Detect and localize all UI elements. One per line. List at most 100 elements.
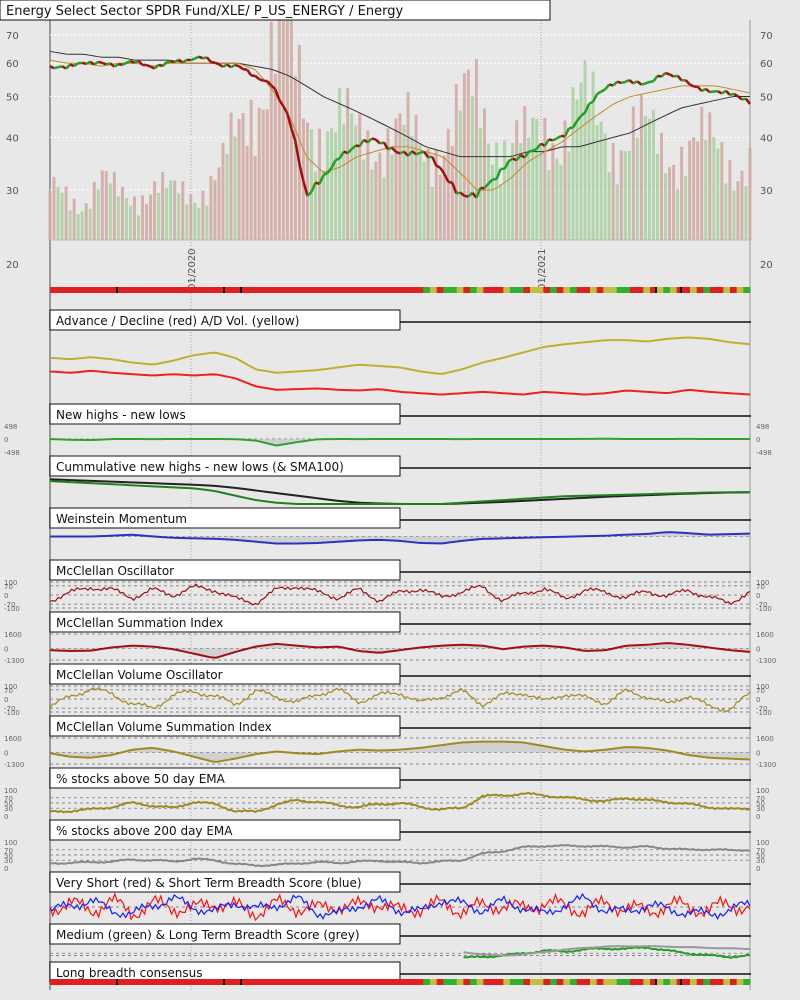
volume-bar bbox=[145, 204, 149, 240]
panel-axis-label-right: 100 bbox=[756, 787, 769, 795]
top-strip-segment bbox=[163, 287, 171, 293]
volume-bar bbox=[639, 94, 643, 240]
bottom-strip-segment bbox=[356, 979, 364, 985]
panel-title: Weinstein Momentum bbox=[56, 512, 187, 526]
volume-bar bbox=[623, 151, 627, 240]
volume-bar bbox=[511, 142, 515, 240]
volume-bar bbox=[52, 176, 56, 240]
bottom-strip-segment bbox=[390, 979, 398, 985]
bottom-strip-segment bbox=[170, 979, 178, 985]
bottom-strip-segment bbox=[310, 979, 318, 985]
top-strip-segment bbox=[263, 287, 271, 293]
volume-bar bbox=[370, 169, 374, 240]
top-strip-segment bbox=[690, 287, 698, 293]
top-strip-segment bbox=[510, 287, 518, 293]
panel-axis-label-right: 30 bbox=[756, 857, 765, 865]
volume-bar bbox=[149, 194, 153, 240]
bottom-strip-segment bbox=[123, 979, 131, 985]
top-strip-segment bbox=[716, 287, 724, 293]
volume-bar bbox=[245, 145, 249, 240]
top-strip-segment bbox=[170, 287, 178, 293]
bottom-strip-marker bbox=[223, 979, 225, 985]
volume-bar bbox=[466, 69, 470, 240]
price-candle bbox=[665, 71, 670, 76]
volume-bar bbox=[607, 172, 611, 240]
volume-bar bbox=[696, 141, 700, 240]
volume-bar bbox=[450, 146, 454, 240]
panel-title: McClellan Volume Oscillator bbox=[56, 668, 223, 682]
bottom-strip-segment bbox=[130, 979, 138, 985]
top-strip-segment bbox=[623, 287, 631, 293]
panel-title: McClellan Volume Summation Index bbox=[56, 720, 272, 734]
panel-axis-label: 1600 bbox=[4, 631, 22, 639]
price-candle bbox=[532, 147, 538, 152]
volume-bar bbox=[458, 110, 462, 240]
top-strip-marker bbox=[116, 287, 118, 293]
volume-bar bbox=[426, 148, 430, 240]
panel-axis-label-right: -1300 bbox=[756, 761, 776, 769]
volume-bar bbox=[478, 127, 482, 240]
volume-bar bbox=[342, 124, 346, 240]
price-candle bbox=[415, 151, 421, 156]
volume-bar bbox=[643, 116, 647, 240]
bottom-strip-segment bbox=[663, 979, 671, 985]
volume-bar bbox=[579, 82, 583, 241]
top-strip-segment bbox=[123, 287, 131, 293]
volume-bar bbox=[237, 119, 241, 240]
top-strip-segment bbox=[176, 287, 184, 293]
price-axis-label-right: 50 bbox=[760, 93, 773, 104]
bottom-strip-segment bbox=[230, 979, 238, 985]
bottom-strip-segment bbox=[250, 979, 258, 985]
bottom-strip-segment bbox=[596, 979, 604, 985]
bottom-strip-segment bbox=[616, 979, 624, 985]
volume-bar bbox=[225, 153, 229, 240]
panel-axis-label: -498 bbox=[4, 449, 20, 457]
volume-bar bbox=[543, 117, 547, 240]
top-strip-segment bbox=[276, 287, 284, 293]
price-axis-label: 40 bbox=[6, 133, 19, 144]
volume-bar bbox=[177, 193, 181, 240]
top-strip-segment bbox=[736, 287, 744, 293]
price-candle bbox=[97, 60, 103, 65]
top-strip-segment bbox=[70, 287, 78, 293]
volume-bar bbox=[635, 137, 639, 240]
volume-bar bbox=[241, 113, 245, 240]
bottom-strip-segment bbox=[376, 979, 384, 985]
volume-bar bbox=[334, 132, 338, 240]
bottom-strip-segment bbox=[176, 979, 184, 985]
bottom-strip-segment bbox=[716, 979, 724, 985]
price-axis-label-right: 60 bbox=[760, 59, 773, 70]
volume-bar bbox=[96, 189, 100, 240]
volume-bar bbox=[567, 151, 571, 240]
panel-axis-label-right: 1600 bbox=[756, 631, 774, 639]
volume-bar bbox=[358, 113, 362, 240]
bottom-strip-segment bbox=[670, 979, 678, 985]
bottom-strip-segment bbox=[83, 979, 91, 985]
top-strip-segment bbox=[290, 287, 298, 293]
date-label: 01/2021 bbox=[537, 248, 548, 290]
panel-axis-label: 498 bbox=[4, 423, 17, 431]
panel-axis-label: 0 bbox=[4, 645, 8, 653]
volume-bar bbox=[330, 127, 334, 240]
volume-bar bbox=[116, 196, 120, 240]
bottom-strip-segment bbox=[210, 979, 218, 985]
top-strip-segment bbox=[76, 287, 84, 293]
volume-bar bbox=[539, 147, 543, 240]
bottom-strip-segment bbox=[603, 979, 611, 985]
panel-axis-label-right: 0 bbox=[756, 645, 760, 653]
top-strip-segment bbox=[603, 287, 611, 293]
panel-axis-label-right: -498 bbox=[756, 449, 772, 457]
panel-title: Medium (green) & Long Term Breadth Score… bbox=[56, 928, 360, 942]
panel-axis-label-right: 30 bbox=[756, 805, 765, 813]
bottom-strip-segment bbox=[550, 979, 558, 985]
bottom-strip-marker bbox=[655, 979, 657, 985]
price-candle bbox=[125, 59, 131, 64]
bottom-strip-segment bbox=[503, 979, 511, 985]
bottom-strip-segment bbox=[636, 979, 644, 985]
top-strip-segment bbox=[330, 287, 338, 293]
volume-bar bbox=[470, 95, 474, 240]
top-strip-segment bbox=[396, 287, 404, 293]
top-strip-segment bbox=[130, 287, 138, 293]
volume-bar bbox=[684, 175, 688, 240]
volume-bar bbox=[221, 142, 225, 240]
